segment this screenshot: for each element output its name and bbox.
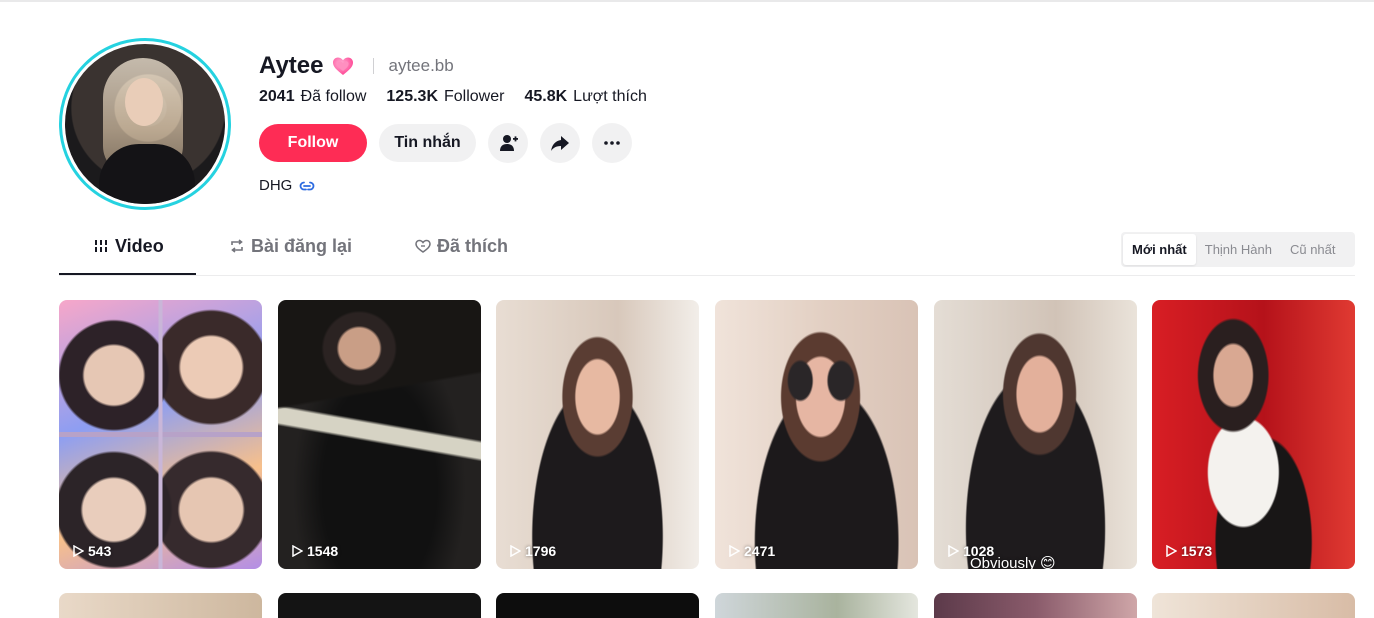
bio-text: DHG (259, 177, 293, 194)
view-count-value: 1573 (1181, 543, 1213, 559)
video-card[interactable]: 1548 (278, 300, 481, 569)
video-card[interactable] (278, 593, 481, 618)
play-icon (292, 545, 303, 557)
video-card[interactable]: 543 (59, 300, 262, 569)
stat-likes-label: Lượt thích (573, 88, 647, 105)
sort-selector: Mới nhất Thịnh Hành Cũ nhất (1121, 232, 1355, 267)
view-count: 1573 (1165, 543, 1212, 559)
profile-name: Aytee (259, 52, 324, 79)
link-icon[interactable] (299, 180, 315, 192)
pink-heart-icon (331, 54, 355, 78)
view-count: 543 (72, 543, 111, 559)
video-card[interactable]: 2471 (715, 300, 918, 569)
view-count-value: 2471 (744, 543, 776, 559)
heart-outline-icon (415, 239, 431, 253)
repost-icon (231, 239, 243, 253)
play-icon (1166, 545, 1177, 557)
video-card[interactable] (496, 593, 699, 618)
tab-reposts[interactable]: Bài đăng lại (229, 236, 352, 276)
tab-liked-label: Đã thích (437, 236, 509, 256)
active-tab-indicator (59, 273, 196, 275)
stat-likes-value: 45.8K (524, 88, 568, 105)
view-count: 2471 (728, 543, 775, 559)
grid-bars-icon (93, 240, 109, 252)
share-button[interactable] (540, 123, 580, 163)
sort-trending[interactable]: Thịnh Hành (1196, 234, 1281, 265)
stat-followers-label: Follower (444, 88, 505, 105)
profile-name-row: Aytee aytee.bb (259, 52, 454, 80)
profile-avatar-ring[interactable] (59, 38, 231, 210)
view-count: 1548 (291, 543, 338, 559)
video-card[interactable] (1152, 593, 1355, 618)
tab-video[interactable]: Video (93, 236, 164, 276)
add-friend-button[interactable] (488, 123, 528, 163)
stat-likes: 45.8K Lượt thích (524, 88, 646, 106)
sort-oldest[interactable]: Cũ nhất (1281, 234, 1345, 265)
tab-reposts-label: Bài đăng lại (251, 236, 353, 256)
more-icon (604, 141, 620, 145)
sort-newest[interactable]: Mới nhất (1123, 234, 1196, 265)
stat-following[interactable]: 2041 Đã follow (259, 88, 366, 106)
more-button[interactable] (592, 123, 632, 163)
play-icon (948, 545, 959, 557)
video-card[interactable]: 1796 (496, 300, 699, 569)
profile-stats: 2041 Đã follow 125.3K Follower 45.8K Lượt t… (259, 88, 647, 106)
video-card[interactable] (934, 593, 1137, 618)
profile-actions: Follow Tin nhắn (259, 123, 632, 163)
top-divider (0, 0, 1374, 2)
video-card[interactable]: 1028 Obviously 😊 (934, 300, 1137, 569)
name-divider (373, 58, 375, 74)
play-icon (510, 545, 521, 557)
video-card[interactable] (715, 593, 918, 618)
video-card[interactable] (59, 593, 262, 618)
stat-following-label: Đã follow (300, 88, 367, 105)
view-count-value: 1548 (307, 543, 339, 559)
play-icon (729, 545, 740, 557)
message-button[interactable]: Tin nhắn (379, 124, 476, 162)
tab-video-label: Video (115, 236, 164, 256)
video-caption: Obviously 😊 (970, 555, 1056, 569)
avatar (65, 44, 225, 204)
profile-handle: aytee.bb (388, 56, 454, 75)
share-icon (551, 136, 569, 151)
profile-bio: DHG (259, 177, 315, 194)
view-count-value: 1796 (525, 543, 557, 559)
video-card[interactable]: 1573 (1152, 300, 1355, 569)
stat-followers-value: 125.3K (386, 88, 438, 105)
stat-following-value: 2041 (259, 88, 295, 105)
play-icon (73, 545, 84, 557)
stat-followers[interactable]: 125.3K Follower (386, 88, 504, 106)
view-count: 1796 (509, 543, 556, 559)
add-user-icon (500, 135, 518, 151)
view-count-value: 543 (88, 543, 112, 559)
tab-liked[interactable]: Đã thích (415, 236, 508, 276)
follow-button[interactable]: Follow (259, 124, 367, 162)
